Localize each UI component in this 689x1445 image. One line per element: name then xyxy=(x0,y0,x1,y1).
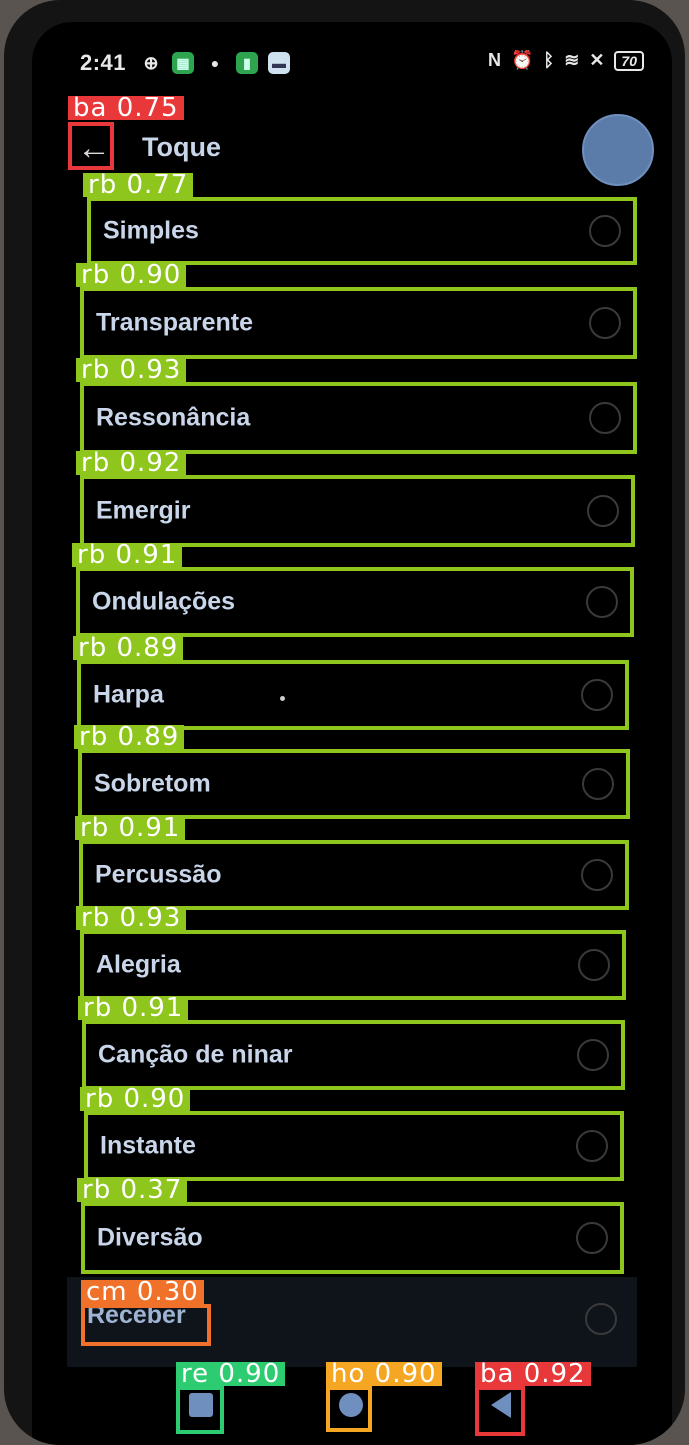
status-bar: 2:41 ⊕ ▦ ● ▮ ▬ N ⏰ ᛒ ≋ ✕ 70 xyxy=(32,22,672,102)
ringtone-radio[interactable] xyxy=(586,586,618,618)
back-detection-box xyxy=(68,122,114,170)
ringtone-option-ondulacoes[interactable]: Ondulações xyxy=(76,567,634,637)
ringtone-radio[interactable] xyxy=(582,768,614,800)
ringtone-option-cancao-de-ninar[interactable]: Canção de ninar xyxy=(82,1020,625,1090)
radio-detection-tag: rb 0.91 xyxy=(72,542,183,568)
ringtone-option-instante[interactable]: Instante xyxy=(84,1111,624,1181)
ringtone-option-emergir[interactable]: Emergir xyxy=(80,475,635,547)
receive-radio[interactable] xyxy=(585,1303,617,1335)
ringtone-radio[interactable] xyxy=(576,1222,608,1254)
ringtone-option-alegria[interactable]: Alegria xyxy=(80,930,626,1000)
battery-indicator: 70 xyxy=(614,50,644,71)
back-nav-detection-tag: ba 0.92 xyxy=(475,1361,591,1387)
page-title: Toque xyxy=(142,132,221,162)
ringtone-radio[interactable] xyxy=(587,495,619,527)
ringtone-label: Sobretom xyxy=(94,769,211,798)
receive-detection-box xyxy=(81,1304,211,1346)
radio-detection-tag: rb 0.37 xyxy=(77,1177,188,1203)
ringtone-radio[interactable] xyxy=(589,307,621,339)
home-detection-box xyxy=(326,1386,372,1432)
alarm-icon: ⏰ xyxy=(511,50,534,70)
radio-detection-tag: rb 0.93 xyxy=(76,905,187,931)
system-icons: N ⏰ ᛒ ≋ ✕ 70 xyxy=(488,50,644,71)
ringtone-label: Ondulações xyxy=(92,587,236,616)
back-nav-detection-box xyxy=(475,1386,525,1436)
ringtone-radio[interactable] xyxy=(581,859,613,891)
avatar[interactable] xyxy=(582,114,654,186)
receive-detection-tag: cm 0.30 xyxy=(81,1279,204,1305)
radio-detection-tag: rb 0.92 xyxy=(76,450,187,476)
radio-detection-tag: rb 0.90 xyxy=(80,1086,191,1112)
ringtone-label: Simples xyxy=(103,216,199,245)
sim-app-icon: ▮ xyxy=(236,52,258,74)
ringtone-radio[interactable] xyxy=(589,215,621,247)
nfc-icon: N xyxy=(488,50,501,70)
ringtone-label: Transparente xyxy=(96,308,254,337)
ringtone-radio[interactable] xyxy=(581,679,613,711)
ringtone-radio[interactable] xyxy=(578,949,610,981)
ringtone-option-harpa[interactable]: Harpa xyxy=(77,660,629,730)
ringtone-radio[interactable] xyxy=(589,402,621,434)
wifi-icon: ≋ xyxy=(564,50,580,70)
vpn-icon: ⊕ xyxy=(143,52,159,73)
back-detection-tag: ba 0.75 xyxy=(68,95,184,121)
radio-detection-tag: rb 0.77 xyxy=(83,172,194,198)
ringtone-option-transparente[interactable]: Transparente xyxy=(80,287,637,359)
radio-detection-tag: rb 0.91 xyxy=(75,815,186,841)
no-sim-icon: ✕ xyxy=(589,50,605,70)
message-icon: ▬ xyxy=(268,52,290,74)
bluetooth-icon: ᛒ xyxy=(543,50,555,70)
home-detection-tag: ho 0.90 xyxy=(326,1361,442,1387)
ringtone-label: Diversão xyxy=(97,1223,203,1252)
radio-detection-tag: rb 0.93 xyxy=(76,357,187,383)
ringtone-label: Canção de ninar xyxy=(98,1040,293,1069)
ringtone-option-percussao[interactable]: Percussão xyxy=(79,840,629,910)
ringtone-option-ressonancia[interactable]: Ressonância xyxy=(80,382,637,454)
android-icon: ● xyxy=(210,55,220,71)
ringtone-radio[interactable] xyxy=(577,1039,609,1071)
ringtone-label: Alegria xyxy=(96,950,181,979)
recents-detection-tag: re 0.90 xyxy=(176,1361,286,1387)
ringtone-option-sobretom[interactable]: Sobretom xyxy=(78,749,630,819)
radio-detection-tag: rb 0.90 xyxy=(76,262,187,288)
ringtone-label: Harpa xyxy=(93,680,164,709)
radio-detection-tag: rb 0.89 xyxy=(73,635,184,661)
radio-detection-tag: rb 0.91 xyxy=(78,995,189,1021)
phone-bezel: 2:41 ⊕ ▦ ● ▮ ▬ N ⏰ ᛒ ≋ ✕ 70 ← Toque Rece… xyxy=(4,0,685,1445)
notification-icons: ⊕ ▦ ● ▮ ▬ xyxy=(140,52,290,74)
ringtone-label: Ressonância xyxy=(96,403,251,432)
recents-detection-box xyxy=(176,1386,224,1434)
ringtone-option-diversao[interactable]: Diversão xyxy=(81,1202,624,1274)
status-time: 2:41 xyxy=(80,50,127,75)
ringtone-option-simples[interactable]: Simples xyxy=(87,197,637,265)
ringtone-label: Emergir xyxy=(96,496,191,525)
ringtone-label: Percussão xyxy=(95,860,222,889)
ringtone-label: Instante xyxy=(100,1131,196,1160)
grid-app-icon: ▦ xyxy=(172,52,194,74)
radio-detection-tag: rb 0.89 xyxy=(74,724,185,750)
ringtone-radio[interactable] xyxy=(576,1130,608,1162)
